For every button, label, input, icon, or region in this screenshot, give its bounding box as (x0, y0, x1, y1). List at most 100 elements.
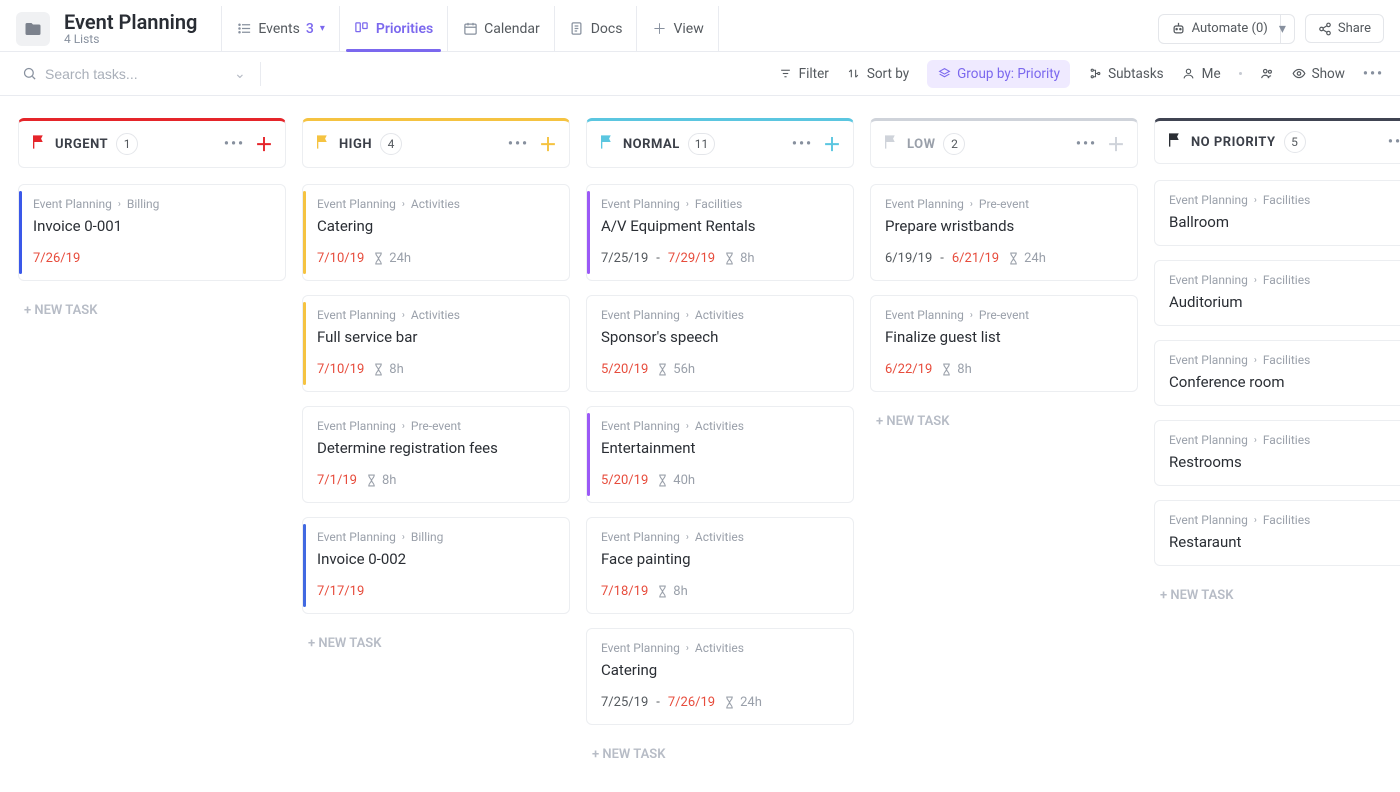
task-card[interactable]: Event Planning › Facilities Conference r… (1154, 340, 1400, 406)
card-date-end: 7/29/19 (668, 251, 715, 266)
crumb-folder: Event Planning (1169, 353, 1248, 367)
column-add-task[interactable]: ＋ (255, 131, 273, 157)
time-estimate-value: 8h (673, 584, 687, 599)
share-button[interactable]: Share (1305, 14, 1384, 43)
time-estimate-value: 24h (1024, 251, 1046, 266)
card-date-start: 7/25/19 (601, 695, 648, 710)
flag-icon (315, 134, 331, 154)
card-title: A/V Equipment Rentals (601, 217, 839, 235)
automate-button[interactable]: Automate (0) (1158, 14, 1281, 44)
task-card[interactable]: Event Planning › Activities Sponsor's sp… (586, 295, 854, 392)
card-title: Entertainment (601, 439, 839, 457)
chevron-right-icon: › (1254, 275, 1257, 286)
tab-docs[interactable]: Docs (554, 6, 637, 51)
tab-add-view[interactable]: ＋ View (636, 6, 718, 51)
column-add-task[interactable]: ＋ (539, 131, 557, 157)
time-estimate: 8h (365, 473, 396, 488)
card-date-start: 5/20/19 (601, 362, 648, 377)
crumb-list: Activities (411, 197, 460, 211)
card-title: Sponsor's speech (601, 328, 839, 346)
chevron-right-icon: › (686, 643, 689, 654)
groupby-label: Group by: Priority (957, 66, 1060, 82)
card-date-start: 7/17/19 (317, 584, 364, 599)
column-header-high: HIGH 4 ••• ＋ (302, 118, 570, 168)
chevron-right-icon: › (1254, 355, 1257, 366)
crumb-folder: Event Planning (317, 419, 396, 433)
time-estimate-value: 40h (673, 473, 695, 488)
task-card[interactable]: Event Planning › Activities Entertainmen… (586, 406, 854, 503)
column-add-task[interactable]: ＋ (823, 131, 841, 157)
column-add-task[interactable]: ＋ (1107, 131, 1125, 157)
crumb-list: Activities (695, 308, 744, 322)
time-estimate-value: 24h (389, 251, 411, 266)
groupby-button[interactable]: Group by: Priority (927, 60, 1070, 88)
assignees-button[interactable] (1260, 67, 1274, 81)
search-caret-icon[interactable]: ⌄ (234, 66, 246, 82)
filter-icon (779, 67, 793, 81)
chevron-right-icon: › (402, 421, 405, 432)
crumb-list: Pre-event (979, 197, 1029, 211)
task-card[interactable]: Event Planning › Activities Full service… (302, 295, 570, 392)
task-card[interactable]: Event Planning › Pre-event Finalize gues… (870, 295, 1138, 392)
tab-calendar[interactable]: Calendar (447, 6, 554, 51)
subtasks-icon (1088, 67, 1102, 81)
task-card[interactable]: Event Planning › Facilities Restaraunt (1154, 500, 1400, 566)
column-more-menu[interactable]: ••• (792, 136, 813, 152)
card-date-start: 7/10/19 (317, 362, 364, 377)
card-title: Restrooms (1169, 453, 1400, 471)
time-estimate: 8h (723, 251, 754, 266)
crumb-folder: Event Planning (33, 197, 112, 211)
column-title: NO PRIORITY (1191, 135, 1276, 150)
card-date-start: 7/18/19 (601, 584, 648, 599)
time-estimate-value: 56h (673, 362, 695, 377)
more-menu[interactable]: ••• (1363, 66, 1384, 82)
new-task-button[interactable]: + NEW TASK (18, 295, 286, 326)
me-button[interactable]: Me (1182, 66, 1221, 82)
subtasks-button[interactable]: Subtasks (1088, 66, 1164, 82)
task-card[interactable]: Event Planning › Facilities Restrooms (1154, 420, 1400, 486)
card-date-end: 6/21/19 (952, 251, 999, 266)
crumb-list: Pre-event (411, 419, 461, 433)
sortby-button[interactable]: Sort by (847, 66, 909, 82)
column-header-low: LOW 2 ••• ＋ (870, 118, 1138, 168)
column-more-menu[interactable]: ••• (1076, 136, 1097, 152)
task-card[interactable]: Event Planning › Facilities Auditorium (1154, 260, 1400, 326)
tab-label: Priorities (376, 21, 433, 37)
crumb-folder: Event Planning (317, 530, 396, 544)
tab-priorities[interactable]: Priorities (339, 6, 447, 51)
show-button[interactable]: Show (1292, 66, 1345, 82)
chevron-right-icon: › (402, 199, 405, 210)
automate-label: Automate (0) (1192, 21, 1268, 36)
tab-events[interactable]: Events 3 ▾ (221, 6, 338, 51)
new-task-button[interactable]: + NEW TASK (302, 628, 570, 659)
automate-caret[interactable]: ▾ (1271, 14, 1295, 44)
sort-icon (847, 67, 861, 81)
share-label: Share (1338, 21, 1371, 36)
column-title: NORMAL (623, 137, 680, 152)
tab-label: Docs (591, 21, 623, 37)
column-count: 1 (116, 133, 138, 155)
task-card[interactable]: Event Planning › Activities Catering 7/1… (302, 184, 570, 281)
task-card[interactable]: Event Planning › Billing Invoice 0-001 7… (18, 184, 286, 281)
task-card[interactable]: Event Planning › Billing Invoice 0-002 7… (302, 517, 570, 614)
crumb-list: Facilities (695, 197, 742, 211)
task-card[interactable]: Event Planning › Pre-event Determine reg… (302, 406, 570, 503)
new-task-button[interactable]: + NEW TASK (1154, 580, 1400, 611)
task-card[interactable]: Event Planning › Activities Face paintin… (586, 517, 854, 614)
task-card[interactable]: Event Planning › Facilities A/V Equipmen… (586, 184, 854, 281)
flag-icon (31, 134, 47, 154)
filter-button[interactable]: Filter (779, 66, 829, 82)
column-more-menu[interactable]: ••• (508, 136, 529, 152)
search-input[interactable] (45, 66, 226, 82)
share-icon (1318, 22, 1332, 36)
column-more-menu[interactable]: ••• (224, 136, 245, 152)
new-task-button[interactable]: + NEW TASK (870, 406, 1138, 437)
date-separator: - (656, 251, 660, 266)
task-card[interactable]: Event Planning › Facilities Ballroom (1154, 180, 1400, 246)
new-task-button[interactable]: + NEW TASK (586, 739, 854, 770)
task-card[interactable]: Event Planning › Pre-event Prepare wrist… (870, 184, 1138, 281)
task-card[interactable]: Event Planning › Activities Catering 7/2… (586, 628, 854, 725)
card-title: Invoice 0-001 (33, 217, 271, 235)
column-more-menu[interactable]: ••• (1388, 134, 1400, 150)
crumb-folder: Event Planning (885, 308, 964, 322)
